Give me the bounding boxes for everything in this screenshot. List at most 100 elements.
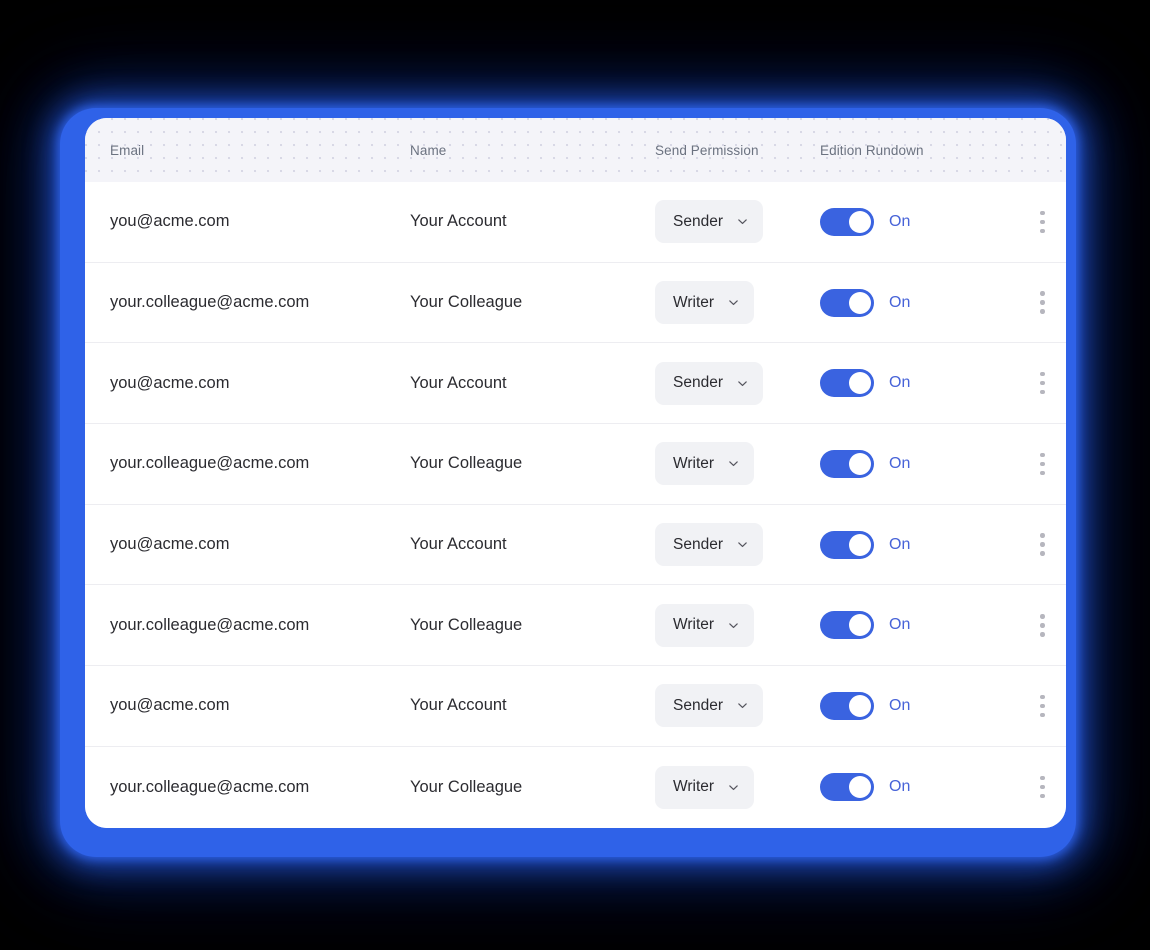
edition-rundown-toggle[interactable] [820, 773, 874, 802]
cell-email: your.colleague@acme.com [110, 615, 310, 634]
cell-name: Your Account [410, 696, 507, 715]
kebab-dot [1040, 452, 1045, 458]
cell-email: your.colleague@acme.com [110, 293, 310, 312]
kebab-dot [1040, 775, 1045, 781]
kebab-dot [1040, 309, 1045, 314]
edition-rundown-toggle-group: On [820, 369, 1000, 398]
edition-rundown-toggle[interactable] [820, 530, 874, 559]
edition-rundown-state-label: On [889, 778, 911, 796]
permission-select-value: Writer [673, 616, 715, 634]
cell-edition-rundown: On [820, 611, 1000, 640]
cell-send-permission: Sender [655, 684, 820, 728]
more-vertical-icon[interactable] [1032, 449, 1053, 480]
more-vertical-icon[interactable] [1032, 529, 1053, 560]
edition-rundown-toggle-group: On [820, 288, 1000, 317]
edition-rundown-toggle[interactable] [820, 288, 874, 317]
cell-name: Your Account [410, 212, 507, 231]
cell-email: you@acme.com [110, 212, 230, 231]
edition-rundown-toggle[interactable] [820, 691, 874, 720]
table-body: you@acme.com Your Account Sender On your.col… [85, 182, 1066, 828]
edition-rundown-toggle-group: On [820, 530, 1000, 559]
cell-send-permission: Sender [655, 361, 820, 405]
cell-actions [1000, 529, 1066, 560]
edition-rundown-state-label: On [889, 454, 911, 472]
permission-select-value: Sender [673, 212, 723, 230]
table-row: you@acme.com Your Account Sender On [85, 343, 1066, 425]
chevron-down-icon [728, 458, 739, 469]
column-header-edition-rundown: Edition Rundown [820, 142, 924, 158]
permission-select-value: Sender [673, 696, 723, 714]
kebab-dot [1040, 380, 1045, 386]
cell-send-permission: Writer [655, 281, 820, 325]
cell-name: Your Colleague [410, 293, 523, 312]
permission-select-value: Sender [673, 535, 723, 553]
edition-rundown-toggle[interactable] [820, 449, 874, 478]
more-vertical-icon[interactable] [1032, 772, 1053, 803]
kebab-dot [1040, 389, 1045, 395]
edition-rundown-toggle-group: On [820, 449, 1000, 478]
cell-actions [1000, 368, 1066, 399]
more-vertical-icon[interactable] [1032, 207, 1053, 238]
cell-edition-rundown: On [820, 773, 1000, 802]
kebab-dot [1040, 793, 1045, 799]
cell-edition-rundown: On [820, 691, 1000, 720]
edition-rundown-toggle[interactable] [820, 207, 874, 236]
cell-email: your.colleague@acme.com [110, 777, 310, 796]
permission-select[interactable]: Sender [655, 200, 763, 244]
edition-rundown-toggle[interactable] [820, 369, 874, 398]
cell-name: Your Colleague [410, 777, 523, 796]
cell-edition-rundown: On [820, 207, 1000, 236]
more-vertical-icon[interactable] [1032, 368, 1053, 399]
table-header-row: Email Name Send Permission Edition Rundo… [85, 118, 1066, 182]
cell-actions [1000, 287, 1066, 318]
edition-rundown-state-label: On [889, 535, 911, 553]
table-row: your.colleague@acme.com Your Colleague Wri… [85, 585, 1066, 667]
cell-email: you@acme.com [110, 535, 230, 554]
cell-send-permission: Writer [655, 442, 820, 486]
edition-rundown-state-label: On [889, 374, 911, 392]
cell-email: your.colleague@acme.com [110, 454, 310, 473]
cell-name: Your Account [410, 535, 507, 554]
table-row: your.colleague@acme.com Your Colleague Wri… [85, 746, 1066, 828]
cell-actions [1000, 207, 1066, 238]
cell-name: Your Colleague [410, 454, 523, 473]
cell-actions [1000, 610, 1066, 641]
toggle-knob [849, 291, 871, 314]
permission-select-value: Writer [673, 293, 715, 311]
more-vertical-icon[interactable] [1032, 691, 1053, 722]
chevron-down-icon [728, 297, 739, 308]
cell-email: you@acme.com [110, 373, 230, 392]
cell-send-permission: Sender [655, 200, 820, 244]
permission-select[interactable]: Writer [655, 281, 755, 325]
toggle-knob [849, 372, 871, 395]
more-vertical-icon[interactable] [1032, 287, 1053, 318]
permission-select[interactable]: Sender [655, 361, 763, 405]
table-row: you@acme.com Your Account Sender On [85, 666, 1066, 747]
kebab-dot [1040, 614, 1045, 619]
cell-actions [1000, 772, 1066, 803]
more-vertical-icon[interactable] [1032, 610, 1053, 641]
chevron-down-icon [737, 378, 748, 389]
toggle-knob [849, 533, 871, 556]
permission-select[interactable]: Writer [655, 765, 755, 809]
cell-actions [1000, 449, 1066, 480]
edition-rundown-state-label: On [889, 293, 911, 311]
cell-edition-rundown: On [820, 530, 1000, 559]
cell-send-permission: Writer [655, 603, 820, 647]
permission-select[interactable]: Sender [655, 523, 763, 567]
screenshot-stage: Email Name Send Permission Edition Rundo… [0, 0, 1150, 950]
cell-edition-rundown: On [820, 288, 1000, 317]
kebab-dot [1040, 784, 1045, 790]
permission-select-value: Sender [673, 374, 723, 392]
cell-actions [1000, 691, 1066, 722]
permission-select[interactable]: Writer [655, 442, 755, 486]
toggle-knob [849, 776, 871, 799]
table-row: your.colleague@acme.com Your Colleague Wri… [85, 424, 1066, 505]
permission-select[interactable]: Writer [655, 603, 755, 647]
edition-rundown-toggle-group: On [820, 773, 1000, 802]
kebab-dot [1040, 470, 1045, 476]
cell-name: Your Account [410, 373, 507, 392]
permission-select[interactable]: Sender [655, 684, 763, 728]
edition-rundown-toggle[interactable] [820, 611, 874, 640]
toggle-knob [849, 614, 871, 637]
